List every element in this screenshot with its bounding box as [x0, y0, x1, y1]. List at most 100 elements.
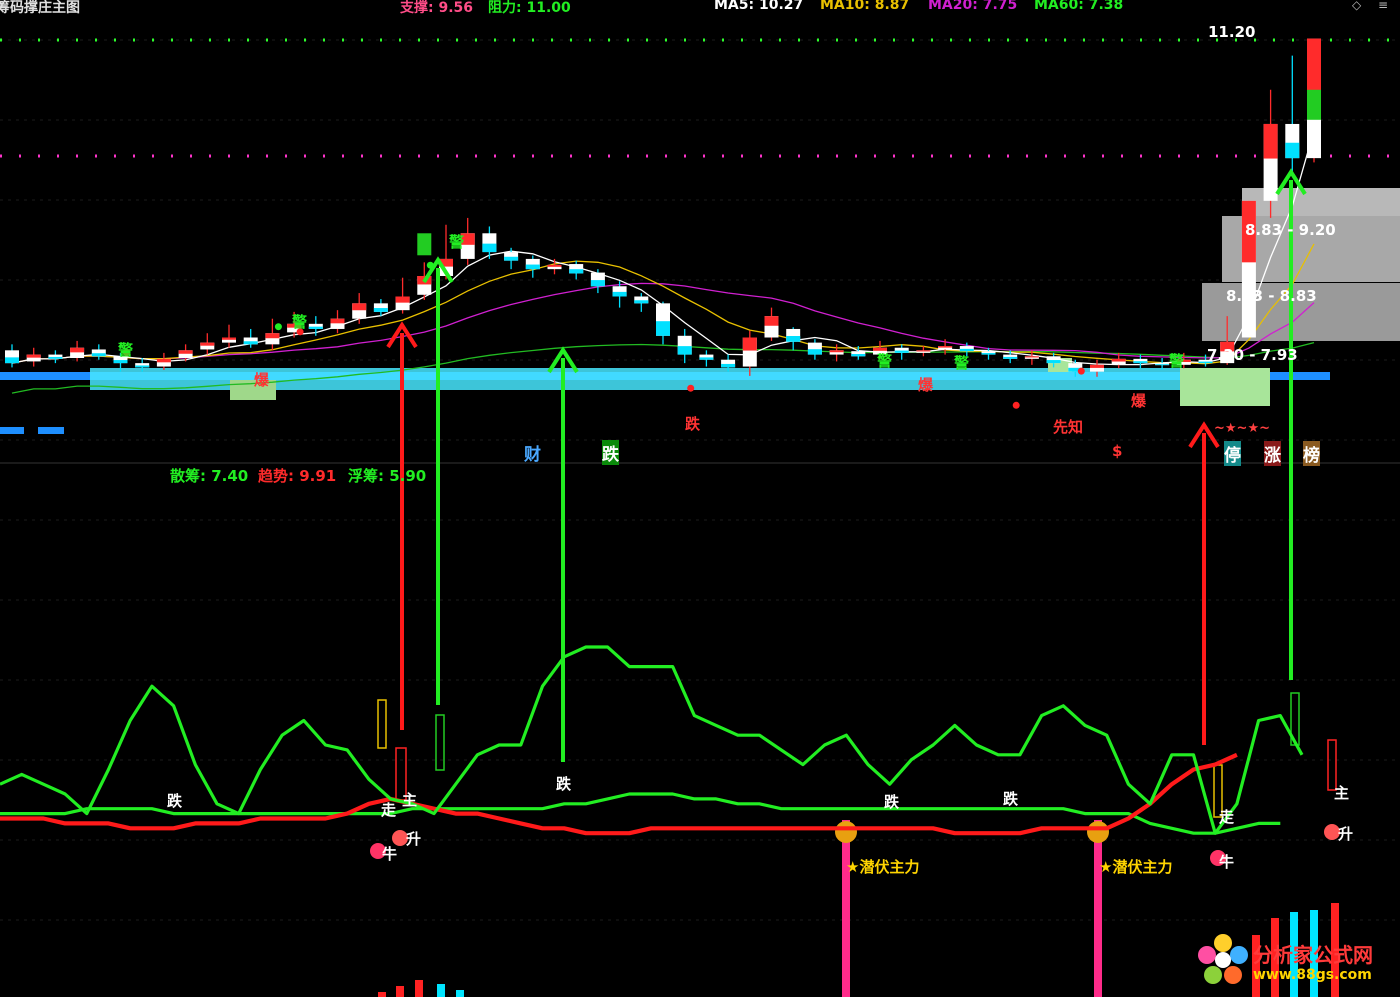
candle-body-down-base	[1003, 356, 1018, 359]
sheng-text: 升	[406, 830, 422, 848]
niu-text: 牛	[382, 845, 398, 863]
qianfu-bar	[1094, 820, 1102, 997]
candle-body-up-cap	[352, 303, 367, 311]
zou-text: 走	[1219, 808, 1235, 826]
ma10-label: MA10: 8.87	[820, 0, 910, 13]
candle-body-down-base	[981, 353, 996, 355]
candle-body-up-cap	[178, 350, 193, 354]
candle-body-down-base	[786, 336, 801, 342]
butterfly-icon	[835, 821, 857, 843]
fuchou-label: 浮筹: 5.90	[348, 467, 427, 485]
chart-title: 筹码撑庄主图	[0, 0, 80, 16]
signal-dot	[1012, 401, 1020, 409]
jing-marker: 警	[1169, 352, 1185, 370]
candle-body-down-base	[851, 353, 866, 357]
chip-band-blue	[0, 427, 24, 434]
stars-marker: ~★~★~	[1214, 421, 1270, 436]
menu-lines-icon[interactable]: ≡	[1378, 0, 1388, 12]
candle-body-down-base	[48, 356, 63, 359]
qushi-line	[0, 752, 1238, 836]
ma20-label: MA20: 7.75	[928, 0, 1018, 13]
histogram-bar	[415, 980, 423, 997]
candle-body-down-base	[612, 291, 627, 297]
candle-body-down-base	[135, 365, 150, 368]
die-text: 跌	[1003, 790, 1019, 808]
bao-marker: 爆	[1131, 392, 1147, 410]
candle-body-up-cap	[1263, 123, 1278, 159]
candle-body-up-cap	[330, 318, 345, 324]
candle-body-down-base	[699, 357, 714, 360]
candle-body-up-cap	[742, 337, 757, 351]
candle-body-down-base	[525, 264, 540, 270]
bao-marker: 爆	[918, 376, 934, 394]
chip-band-green	[1180, 368, 1270, 406]
ma5-label: MA5: 10.27	[714, 0, 804, 13]
xianzhi-marker: 先知	[1053, 418, 1084, 436]
candle-body-up-cap	[916, 350, 931, 352]
sheng-text: 升	[1338, 825, 1354, 843]
bao-marker: 爆	[254, 371, 270, 389]
die-text: 跌	[167, 792, 183, 810]
sanchou-label: 散筹: 7.40	[170, 467, 249, 485]
histogram-bar	[437, 984, 445, 997]
support-label: 支撑: 9.56	[400, 0, 474, 16]
candle-body-up-cap	[938, 346, 953, 348]
signal-box	[377, 699, 387, 749]
jing-marker: 警	[292, 313, 308, 331]
signal-dot	[687, 384, 695, 392]
candle-body-up-cap	[200, 342, 215, 346]
diamond-close-icon[interactable]: ◇	[1352, 0, 1361, 12]
candle-body-down-base	[5, 357, 19, 364]
candle-body-up-cap	[70, 347, 85, 353]
candle-body-up-cap	[1111, 358, 1126, 362]
die-text: 跌	[884, 793, 900, 811]
kline-chart	[0, 38, 1400, 997]
flower-logo-icon	[1198, 934, 1248, 984]
die-marker: 跌	[685, 415, 701, 433]
candle-body-up-cap	[265, 333, 280, 339]
candle-body-up-cap	[547, 264, 562, 267]
die-text: 跌	[556, 775, 572, 793]
watermark-title: 分析家公式网	[1253, 943, 1373, 967]
sanchou-line	[0, 645, 1304, 835]
qianfu-label: ★潜伏主力	[846, 858, 920, 876]
candle-highlight-green	[1307, 89, 1321, 120]
zone3-label: 7.30 - 7.93	[1207, 346, 1298, 364]
candle-body-down-base	[91, 353, 106, 357]
high-price-label: 11.20	[1208, 23, 1256, 41]
ting-box: 停	[1224, 441, 1241, 466]
jing-marker: 警	[118, 341, 134, 359]
chip-band-blue	[38, 427, 64, 434]
jing-marker: 警	[877, 352, 893, 370]
signal-box	[435, 714, 445, 771]
histogram-bar	[456, 990, 464, 997]
resistance-label: 阻力: 11.00	[488, 0, 571, 16]
candle-body-down-base	[1155, 364, 1170, 366]
candle-body-up-cap	[156, 358, 171, 363]
candle-body-down-base	[1285, 142, 1300, 159]
cai-marker: 财	[524, 445, 541, 465]
candle-body-down-base	[569, 269, 584, 274]
candle-body-down-base	[482, 243, 497, 253]
candle-body-up-cap	[829, 350, 844, 353]
candle-body-down-base	[113, 360, 128, 364]
qushi-label: 趋势: 9.91	[258, 467, 337, 485]
candle-body-down-base	[373, 308, 388, 312]
candle-body-down-base	[807, 349, 822, 355]
candle-body-down-base	[634, 300, 649, 304]
zhu-text: 主	[402, 791, 418, 809]
jing-marker: 警	[449, 233, 465, 251]
candle-body-up-cap	[26, 354, 41, 358]
bang-box: 榜	[1303, 441, 1320, 466]
candle-body-up-cap	[1024, 356, 1039, 358]
zou-text: 走	[381, 801, 397, 819]
qianfu-bar	[842, 820, 850, 997]
candle-body-up-cap	[395, 296, 410, 303]
candle-body-up-cap	[764, 316, 779, 326]
candle-body-down-base	[894, 350, 909, 353]
candle-body-up-cap	[1307, 38, 1321, 93]
butterfly-icon	[1087, 821, 1109, 843]
candle-body-down-base	[1046, 360, 1061, 364]
candle-body-down-base	[656, 321, 670, 336]
watermark: 分析家公式网 www.88gs.com	[1197, 933, 1392, 993]
